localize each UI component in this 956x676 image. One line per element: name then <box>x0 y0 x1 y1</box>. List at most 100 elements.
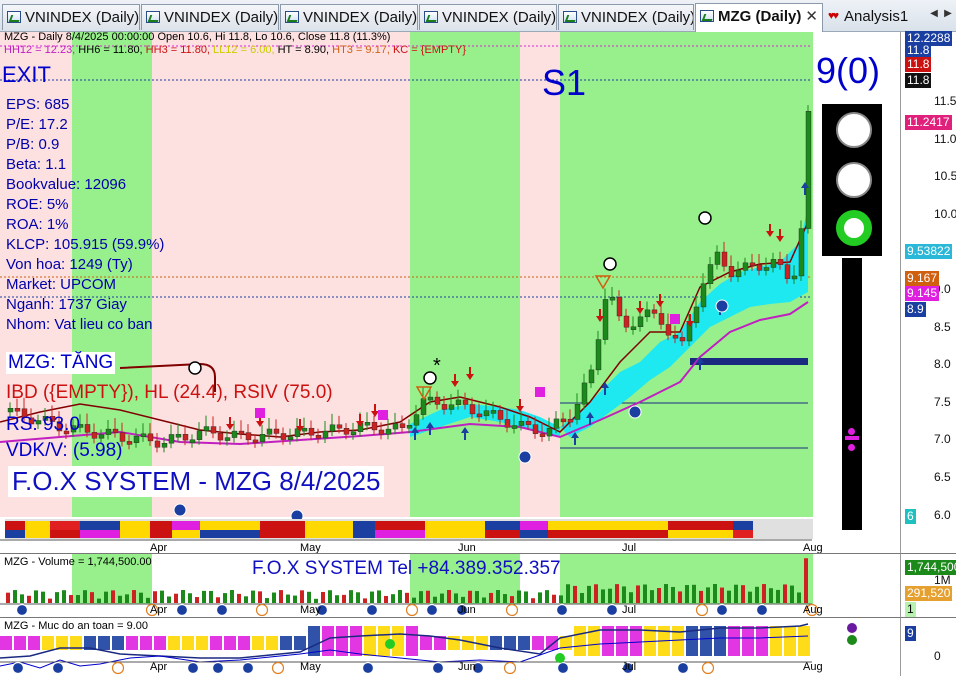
scroll-right-icon[interactable]: ▶ <box>942 8 954 22</box>
volume-bar <box>790 585 794 603</box>
safety-bar <box>728 626 740 656</box>
volume-bar <box>769 588 773 603</box>
volume-ma-label: 291,520 <box>905 586 953 601</box>
strip-cell <box>353 521 375 530</box>
safety-bar <box>140 636 152 650</box>
volume-pane[interactable]: MZG - Volume = 1,744,500.00 F.O.X SYSTEM… <box>0 553 900 617</box>
candle-body <box>168 434 175 444</box>
scroll-left-icon[interactable]: ◀ <box>928 8 940 22</box>
volume-bar <box>405 592 409 603</box>
volume-bar <box>468 590 472 603</box>
strip-cell <box>80 530 120 538</box>
chart-icon <box>700 10 714 22</box>
candle-body <box>469 404 476 415</box>
ohlc-info: MZG - Daily 8/4/2025 00:00:00 Open 10.6,… <box>4 32 391 43</box>
strip-cell <box>120 530 150 538</box>
strip-cell <box>260 521 305 530</box>
candle-body <box>105 428 112 435</box>
candle-body <box>280 433 287 440</box>
safety-bar <box>532 636 544 650</box>
candle-body <box>420 398 427 415</box>
safety-pane[interactable]: MZG - Muc do an toan = 9.00 Apr May Jun Jul… <box>0 617 900 676</box>
price-label: 9.167 <box>905 271 940 286</box>
candle-body <box>413 414 420 426</box>
candle-body <box>14 408 21 412</box>
safety-tick: 0 <box>934 649 941 663</box>
volume-bar <box>524 591 528 603</box>
safety-bar <box>182 636 194 650</box>
volume-marker-icon <box>255 603 269 617</box>
volume-bar <box>293 595 297 603</box>
s1-signal: S1 <box>542 62 587 103</box>
month-label: Jul <box>622 542 636 553</box>
tab-vnindex-2[interactable]: VNINDEX (Daily) <box>141 4 279 30</box>
volume-bar <box>90 592 94 603</box>
safety-bar <box>364 626 376 656</box>
safety-marker-icon <box>211 661 225 675</box>
tab-vnindex-1[interactable]: VNINDEX (Daily) <box>2 4 140 30</box>
volume-bar <box>580 592 584 603</box>
candle-body <box>798 228 805 277</box>
volume-bar <box>118 595 122 603</box>
strip-cell <box>150 521 172 530</box>
close-tab-icon[interactable]: ✕ <box>805 7 818 25</box>
kc-value: KC = {EMPTY} <box>389 44 467 56</box>
strip-cell <box>305 521 353 530</box>
safety-bar <box>266 636 278 650</box>
brand-label: F.O.X SYSTEM - MZG 8/4/2025 <box>8 466 385 497</box>
volume-bar <box>643 584 647 603</box>
volume-bar <box>419 591 423 603</box>
tab-analysis1[interactable]: ♥♥ Analysis1 <box>826 4 926 30</box>
safety-marker-icon <box>361 661 375 675</box>
safety-bar <box>574 626 586 656</box>
volume-bar <box>202 590 206 603</box>
price-label: 11.8 <box>905 57 932 72</box>
volume-bar <box>657 588 661 603</box>
info-dot-icon <box>173 503 187 517</box>
candle-body <box>651 309 658 314</box>
signal-strip-cells <box>5 521 753 538</box>
strip-cell <box>353 530 375 538</box>
volume-marker-icon <box>215 603 229 617</box>
tab-vnindex-4[interactable]: VNINDEX (Daily) <box>419 4 557 30</box>
candle-body <box>441 404 448 410</box>
volume-bar <box>349 590 353 603</box>
volume-bar <box>426 590 430 603</box>
volume-bar <box>587 585 591 603</box>
trend-status: MZG: TĂNG <box>6 352 116 374</box>
price-axis[interactable]: 11.511.010.510.09.59.08.58.07.57.06.56.0… <box>900 31 956 553</box>
candle-body <box>504 419 511 428</box>
candle-body <box>315 435 322 439</box>
volume-bar <box>97 598 101 603</box>
price-tick: 6.0 <box>934 507 951 522</box>
safety-bar <box>238 636 250 650</box>
tab-vnindex-5[interactable]: VNINDEX (Daily) <box>558 4 694 30</box>
candle-body <box>189 439 196 443</box>
strip-cell <box>80 521 120 530</box>
month-label: Jun <box>458 604 476 616</box>
candle-body <box>427 396 434 401</box>
candle-body <box>245 432 252 441</box>
price-pane[interactable]: * Apr May Jun Jul Aug MZG - Daily 8/4/2025 0… <box>0 32 900 553</box>
volume-marker-icon <box>605 603 619 617</box>
candle-body <box>763 267 770 271</box>
strip-cell <box>520 521 548 530</box>
candle-body <box>154 440 161 448</box>
tab-mzg[interactable]: MZG (Daily) ✕ <box>695 3 823 32</box>
volume-bar <box>6 592 10 603</box>
tab-vnindex-3[interactable]: VNINDEX (Daily) <box>280 4 418 30</box>
volume-bar <box>363 598 367 603</box>
candle-body <box>644 309 651 318</box>
zero-dot-icon <box>188 361 202 375</box>
candle-body <box>287 436 294 440</box>
strip-cell <box>425 530 485 538</box>
roa: ROA: 1% <box>6 216 69 233</box>
volume-bar <box>13 590 17 603</box>
volume-bar <box>797 592 801 603</box>
candle-body <box>336 424 343 429</box>
pole-dot <box>848 444 855 451</box>
volume-bar <box>720 587 724 603</box>
volume-bar <box>300 590 304 603</box>
safety-bar <box>280 636 292 650</box>
tab-label: VNINDEX (Daily) <box>303 9 418 26</box>
